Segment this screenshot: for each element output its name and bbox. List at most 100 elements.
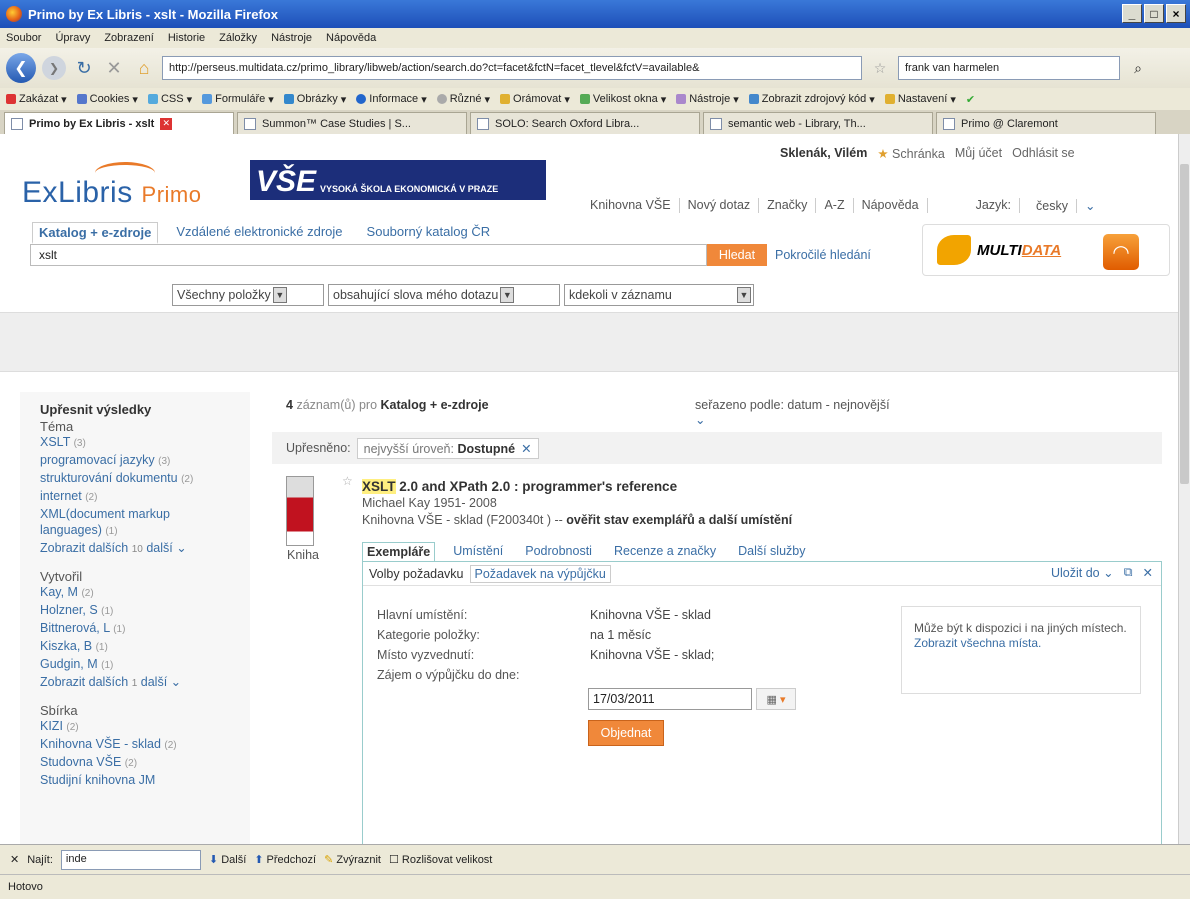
popout-icon[interactable]: ⧉: [1124, 565, 1133, 580]
toolbar-zakazat[interactable]: Zakázat ▾: [6, 93, 67, 106]
field-select[interactable]: kdekoli v záznamu ▼: [564, 284, 754, 306]
tab-semantic-web[interactable]: semantic web - Library, Th...: [703, 112, 933, 134]
scope-tab-vzdalene[interactable]: Vzdálené elektronické zdroje: [170, 222, 348, 244]
menu-zalozky[interactable]: Záložky: [219, 32, 257, 44]
tab-solo[interactable]: SOLO: Search Oxford Libra...: [470, 112, 700, 134]
facet-item[interactable]: Studijní knihovna JM: [40, 772, 250, 790]
logout-link[interactable]: Odhlásit se: [1012, 146, 1075, 161]
tab-primo-claremont[interactable]: Primo @ Claremont: [936, 112, 1156, 134]
facet-item[interactable]: internet (2): [40, 488, 250, 506]
show-more-vytvoril[interactable]: Zobrazit dalších 1 další ⌄: [40, 674, 250, 689]
show-all-locations-link[interactable]: Zobrazit všechna místa.: [914, 636, 1041, 650]
maximize-button[interactable]: □: [1144, 4, 1164, 23]
facet-item[interactable]: XSLT (3): [40, 434, 250, 452]
menu-nastroje[interactable]: Nástroje: [271, 32, 312, 44]
date-input[interactable]: 17/03/2011: [588, 688, 752, 710]
sort-by[interactable]: seřazeno podle: datum - nejnovější ⌄: [695, 398, 895, 428]
menu-historie[interactable]: Historie: [168, 32, 205, 44]
rss-icon[interactable]: ◠: [1103, 234, 1139, 270]
close-panel-icon[interactable]: ✕: [1143, 565, 1153, 580]
nav-napoveda[interactable]: Nápověda: [854, 198, 928, 213]
my-account-link[interactable]: Můj účet: [955, 146, 1002, 161]
result-tab-recenze[interactable]: Recenze a značky: [610, 542, 720, 563]
result-title[interactable]: XSLT 2.0 and XPath 2.0 : programmer's re…: [362, 479, 677, 494]
match-type-select[interactable]: obsahující slova mého dotazu ▼: [328, 284, 560, 306]
nav-a-z[interactable]: A-Z: [816, 198, 854, 213]
menu-zobrazeni[interactable]: Zobrazení: [104, 32, 154, 44]
nav-knihovna[interactable]: Knihovna VŠE: [582, 198, 680, 213]
search-button[interactable]: Hledat: [707, 244, 767, 266]
result-tab-podrobnosti[interactable]: Podrobnosti: [521, 542, 596, 563]
bookmark-star-icon[interactable]: ☆: [868, 56, 892, 80]
menu-soubor[interactable]: Soubor: [6, 32, 41, 44]
request-options-label[interactable]: Volby požadavku: [369, 567, 464, 581]
facet-item[interactable]: Kiszka, B (1): [40, 638, 250, 656]
find-input[interactable]: inde: [60, 849, 201, 870]
browser-search-box[interactable]: frank van harmelen: [898, 56, 1120, 80]
toolbar-nastroje[interactable]: Nástroje ▾: [676, 93, 739, 106]
close-find-icon[interactable]: ✕: [10, 853, 19, 866]
toolbar-informace[interactable]: Informace ▾: [356, 93, 427, 106]
loan-request-tab[interactable]: Požadavek na výpůjčku: [469, 564, 611, 583]
find-prev-button[interactable]: ⬆ Předchozí: [254, 853, 316, 866]
calendar-button[interactable]: ▦ ▾: [756, 688, 796, 710]
toolbar-nastaveni[interactable]: Nastavení ▾: [884, 93, 956, 106]
menu-napoveda[interactable]: Nápověda: [326, 32, 376, 44]
book-cover[interactable]: [286, 476, 314, 546]
search-icon[interactable]: ⌕: [1126, 56, 1150, 80]
toolbar-cookies[interactable]: Cookies ▾: [76, 93, 138, 106]
toolbar-zdrojovy-kod[interactable]: Zobrazit zdrojový kód ▾: [748, 93, 875, 106]
page-scrollbar[interactable]: [1178, 134, 1190, 844]
favorite-star-icon[interactable]: ☆: [342, 474, 353, 488]
nav-znacky[interactable]: Značky: [759, 198, 817, 213]
facet-item[interactable]: KIZI (2): [40, 718, 250, 736]
reload-icon[interactable]: ↻: [72, 56, 96, 80]
nav-novy-dotaz[interactable]: Nový dotaz: [680, 198, 760, 213]
search-input[interactable]: xslt: [30, 244, 707, 266]
result-tab-dalsi-sluzby[interactable]: Další služby: [734, 542, 809, 563]
scope-tab-katalog[interactable]: Katalog + e-zdroje: [32, 222, 159, 244]
advanced-search-link[interactable]: Pokročilé hledání: [775, 248, 871, 262]
toolbar-obrazky[interactable]: Obrázky ▾: [283, 93, 346, 106]
language-select[interactable]: česky ⌄: [1020, 198, 1111, 213]
refinement-chip[interactable]: nejvyšší úroveň: Dostupné ✕: [356, 437, 539, 459]
minimize-button[interactable]: _: [1122, 4, 1142, 23]
tab-primo-xslt[interactable]: Primo by Ex Libris - xslt ✕: [4, 112, 234, 134]
stop-icon[interactable]: ✕: [102, 56, 126, 80]
scrollbar-thumb[interactable]: [1180, 164, 1189, 484]
home-icon[interactable]: ⌂: [132, 56, 156, 80]
facet-item[interactable]: programovací jazyky (3): [40, 452, 250, 470]
close-window-button[interactable]: ×: [1166, 4, 1186, 23]
toolbar-velikost-okna[interactable]: Velikost okna ▾: [579, 93, 666, 106]
forward-button[interactable]: ❯: [42, 56, 66, 80]
back-button[interactable]: ❮: [6, 53, 36, 83]
facet-item[interactable]: XML(document markup languages) (1): [40, 506, 220, 540]
exlibris-logo[interactable]: ExLibris Primo: [22, 176, 202, 210]
facet-item[interactable]: Gudgin, M (1): [40, 656, 250, 674]
facet-item[interactable]: strukturování dokumentu (2): [40, 470, 250, 488]
toolbar-ruzne[interactable]: Různé ▾: [436, 93, 490, 106]
toolbar-formulare[interactable]: Formuláře ▾: [202, 93, 274, 106]
toolbar-css[interactable]: CSS ▾: [147, 93, 192, 106]
facet-item[interactable]: Kay, M (2): [40, 584, 250, 602]
highlight-button[interactable]: ✎ Zvýraznit: [324, 853, 381, 866]
menu-upravy[interactable]: Úpravy: [55, 32, 90, 44]
toolbar-oramovat[interactable]: Orámovat ▾: [500, 93, 570, 106]
facet-item[interactable]: Knihovna VŠE - sklad (2): [40, 736, 250, 754]
check-availability-link[interactable]: ověřit stav exemplářů a další umístění: [566, 513, 792, 527]
facet-item[interactable]: Studovna VŠE (2): [40, 754, 250, 772]
order-button[interactable]: Objednat: [588, 720, 664, 746]
facet-item[interactable]: Holzner, S (1): [40, 602, 250, 620]
remove-filter-icon[interactable]: ✕: [521, 442, 531, 456]
url-bar[interactable]: http://perseus.multidata.cz/primo_librar…: [162, 56, 862, 80]
tab-summon[interactable]: Summon™ Case Studies | S...: [237, 112, 467, 134]
result-tab-umisteni[interactable]: Umístění: [449, 542, 507, 563]
scope-tab-soubormy[interactable]: Souborný katalog ČR: [361, 222, 497, 244]
tab-close-icon[interactable]: ✕: [160, 117, 173, 130]
show-more-tema[interactable]: Zobrazit dalších 10 další ⌄: [40, 540, 250, 555]
material-type-select[interactable]: Všechny položky ▼: [172, 284, 324, 306]
find-next-button[interactable]: ⬇ Další: [209, 853, 246, 866]
checkmark-icon[interactable]: ✔: [966, 93, 975, 106]
schranka-link[interactable]: ★ Schránka: [877, 146, 945, 161]
facet-item[interactable]: Bittnerová, L (1): [40, 620, 250, 638]
